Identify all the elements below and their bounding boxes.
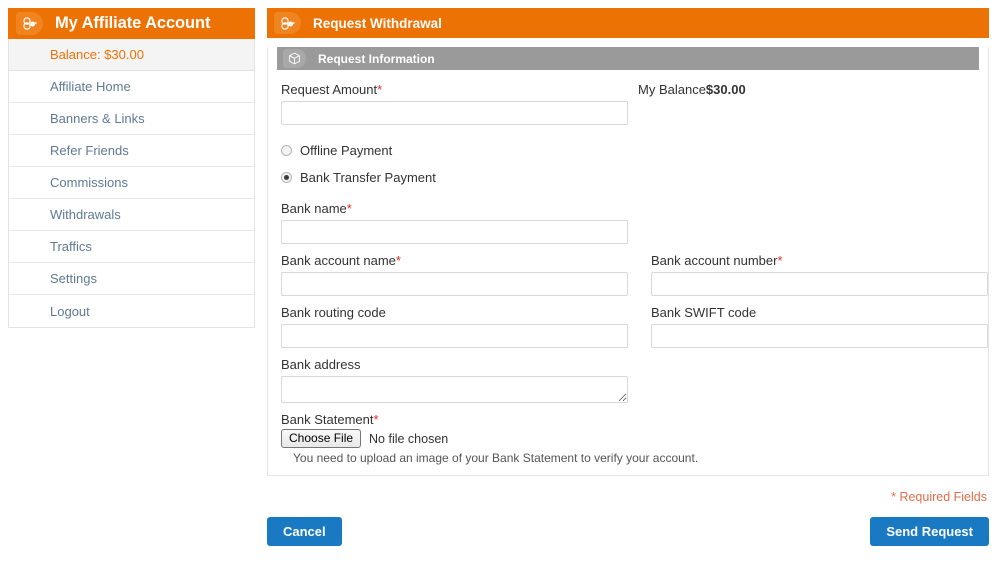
request-information-panel: Request Information My Balance$30.00 Req…: [267, 47, 989, 476]
label-text: Bank Statement: [281, 412, 374, 427]
bank-account-number-field: Bank account number*: [651, 253, 988, 296]
sidebar-item-label: Settings: [50, 271, 97, 286]
bank-statement-label: Bank Statement*: [281, 412, 701, 427]
radio-offline-payment-label: Offline Payment: [300, 143, 393, 158]
affiliate-people-icon: [16, 12, 43, 35]
sidebar-nav-list: Balance: $30.00 Affiliate Home Banners &…: [8, 39, 255, 328]
sidebar-item-settings[interactable]: Settings: [9, 263, 254, 295]
label-text: Request Amount: [281, 82, 378, 97]
bank-account-name-field: Bank account name*: [281, 253, 628, 296]
bank-account-number-label: Bank account number*: [651, 253, 988, 268]
bank-account-number-input[interactable]: [651, 272, 988, 296]
label-text: Bank account number: [651, 253, 778, 268]
form-action-bar: Cancel Send Request: [267, 517, 989, 546]
sidebar-item-refer-friends[interactable]: Refer Friends: [9, 135, 254, 167]
bank-statement-field: Bank Statement* Choose File No file chos…: [281, 412, 701, 465]
label-text: Bank name: [281, 201, 347, 216]
request-amount-field: Request Amount*: [281, 82, 628, 125]
bank-swift-code-label: Bank SWIFT code: [651, 305, 988, 320]
my-balance-value: $30.00: [705, 82, 746, 97]
required-asterisk: *: [377, 82, 383, 97]
sidebar-item-affiliate-home[interactable]: Affiliate Home: [9, 71, 254, 103]
section-header: Request Information: [277, 47, 979, 70]
bank-name-row: Bank name*: [281, 201, 975, 253]
label-text: Bank account name: [281, 253, 396, 268]
sidebar-balance-label: Balance: $30.00: [50, 47, 144, 62]
cancel-button[interactable]: Cancel: [267, 517, 342, 546]
bank-codes-row: Bank routing code Bank SWIFT code: [281, 305, 988, 357]
bank-address-row: Bank address: [281, 357, 975, 412]
file-status-text: No file chosen: [369, 431, 449, 446]
send-request-button[interactable]: Send Request: [870, 517, 989, 546]
choose-file-button[interactable]: Choose File: [281, 429, 362, 448]
sidebar-balance: Balance: $30.00: [9, 39, 254, 71]
bank-statement-row: Bank Statement* Choose File No file chos…: [281, 412, 975, 465]
bank-name-input[interactable]: [281, 220, 628, 244]
sidebar-item-label: Traffics: [50, 239, 92, 254]
my-balance-display: My Balance$30.00: [638, 82, 746, 97]
sidebar-item-label: Affiliate Home: [50, 79, 131, 94]
required-asterisk: *: [395, 253, 401, 268]
affiliate-sidebar: My Affiliate Account Balance: $30.00 Aff…: [8, 8, 255, 328]
label-text: Bank address: [281, 357, 361, 372]
radio-bank-transfer-payment-label: Bank Transfer Payment: [300, 170, 436, 185]
sidebar-header: My Affiliate Account: [8, 8, 255, 39]
bank-statement-hint: You need to upload an image of your Bank…: [293, 451, 699, 465]
page-root: My Affiliate Account Balance: $30.00 Aff…: [0, 0, 1001, 575]
payment-method-bank-transfer[interactable]: Bank Transfer Payment: [281, 168, 975, 187]
sidebar-item-label: Logout: [50, 303, 90, 319]
request-amount-label: Request Amount*: [281, 82, 628, 97]
payment-method-offline[interactable]: Offline Payment: [281, 141, 975, 160]
required-asterisk: *: [373, 412, 379, 427]
sidebar-item-label: Refer Friends: [50, 143, 129, 158]
sidebar-item-banners-links[interactable]: Banners & Links: [9, 103, 254, 135]
section-title: Request Information: [318, 51, 435, 66]
bank-swift-code-field: Bank SWIFT code: [651, 305, 988, 348]
sidebar-item-label: Withdrawals: [50, 207, 121, 222]
payment-method-group: Offline Payment Bank Transfer Payment: [281, 141, 975, 187]
request-amount-row: Request Amount*: [281, 82, 975, 134]
bank-routing-code-input[interactable]: [281, 324, 628, 348]
label-text: Bank SWIFT code: [651, 305, 757, 320]
sidebar-item-traffics[interactable]: Traffics: [9, 231, 254, 263]
bank-account-name-input[interactable]: [281, 272, 628, 296]
bank-name-field: Bank name*: [281, 201, 628, 244]
radio-offline-payment[interactable]: [281, 145, 292, 156]
bank-account-name-label: Bank account name*: [281, 253, 628, 268]
bank-routing-code-label: Bank routing code: [281, 305, 628, 320]
affiliate-people-icon: [274, 12, 301, 34]
main-content: Request Withdrawal Request Information M…: [267, 8, 989, 546]
sidebar-item-logout[interactable]: Logout: [9, 295, 254, 327]
bank-swift-code-input[interactable]: [651, 324, 988, 348]
page-header: Request Withdrawal: [267, 8, 989, 38]
sidebar-item-label: Banners & Links: [50, 111, 145, 126]
label-text: Bank routing code: [281, 305, 386, 320]
sidebar-item-commissions[interactable]: Commissions: [9, 167, 254, 199]
bank-name-label: Bank name*: [281, 201, 628, 216]
bank-address-field: Bank address: [281, 357, 628, 403]
required-asterisk: *: [346, 201, 352, 216]
required-fields-note: * Required Fields: [891, 490, 987, 504]
file-upload-control[interactable]: Choose File No file chosen: [281, 429, 701, 448]
bank-routing-code-field: Bank routing code: [281, 305, 628, 348]
bank-address-label: Bank address: [281, 357, 628, 372]
sidebar-item-withdrawals[interactable]: Withdrawals: [9, 199, 254, 231]
bank-account-row: Bank account name* Bank account number*: [281, 253, 988, 305]
radio-bank-transfer-payment[interactable]: [281, 172, 292, 183]
page-title: Request Withdrawal: [313, 15, 442, 31]
sidebar-item-label: Commissions: [50, 175, 129, 190]
my-balance-label: My Balance: [638, 82, 706, 97]
required-asterisk: *: [777, 253, 783, 268]
bank-address-textarea[interactable]: [281, 376, 628, 403]
box-package-icon: [283, 49, 306, 68]
request-amount-input[interactable]: [281, 101, 628, 125]
withdrawal-form: My Balance$30.00 Request Amount* Offline…: [268, 70, 988, 465]
sidebar-title: My Affiliate Account: [55, 14, 211, 32]
